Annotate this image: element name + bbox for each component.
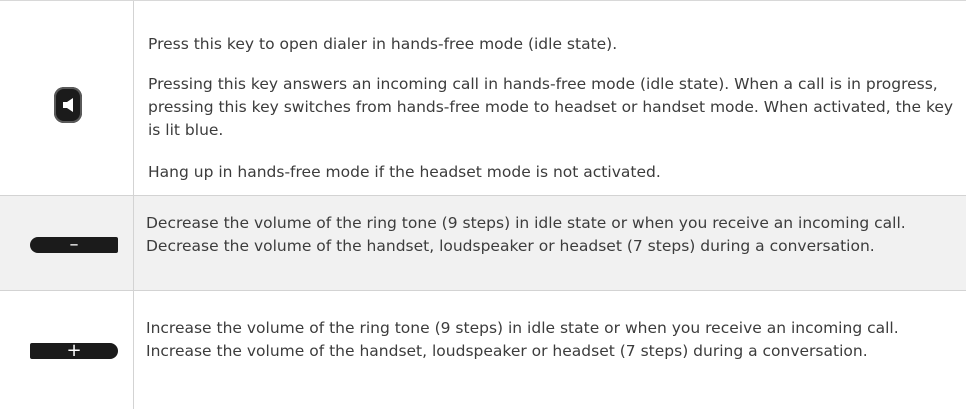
table-row: Press this key to open dialer in hands-f… [0, 0, 966, 195]
volume-down-key-icon: – [30, 236, 118, 254]
icon-cell: + [0, 291, 134, 409]
description-text: Pressing this key answers an incoming ca… [148, 75, 954, 139]
volume-up-key-icon: + [30, 342, 118, 360]
description-text: Increase the volume of the ring tone (9 … [146, 319, 899, 360]
description-cell: Increase the volume of the ring tone (9 … [146, 291, 962, 409]
description-cell: Decrease the volume of the ring tone (9 … [146, 196, 962, 290]
description-text: Press this key to open dialer in hands-f… [148, 35, 618, 53]
description-text: Hang up in hands-free mode if the headse… [148, 163, 661, 181]
icon-cell: – [0, 196, 134, 290]
description-text: Decrease the volume of the ring tone (9 … [146, 214, 906, 255]
key-description-table: Press this key to open dialer in hands-f… [0, 0, 966, 409]
icon-cell [0, 1, 134, 195]
table-row: – Decrease the volume of the ring tone (… [0, 195, 966, 290]
table-row: + Increase the volume of the ring tone (… [0, 290, 966, 409]
description-cell: Press this key to open dialer in hands-f… [146, 1, 962, 195]
speaker-key-icon [54, 87, 82, 123]
